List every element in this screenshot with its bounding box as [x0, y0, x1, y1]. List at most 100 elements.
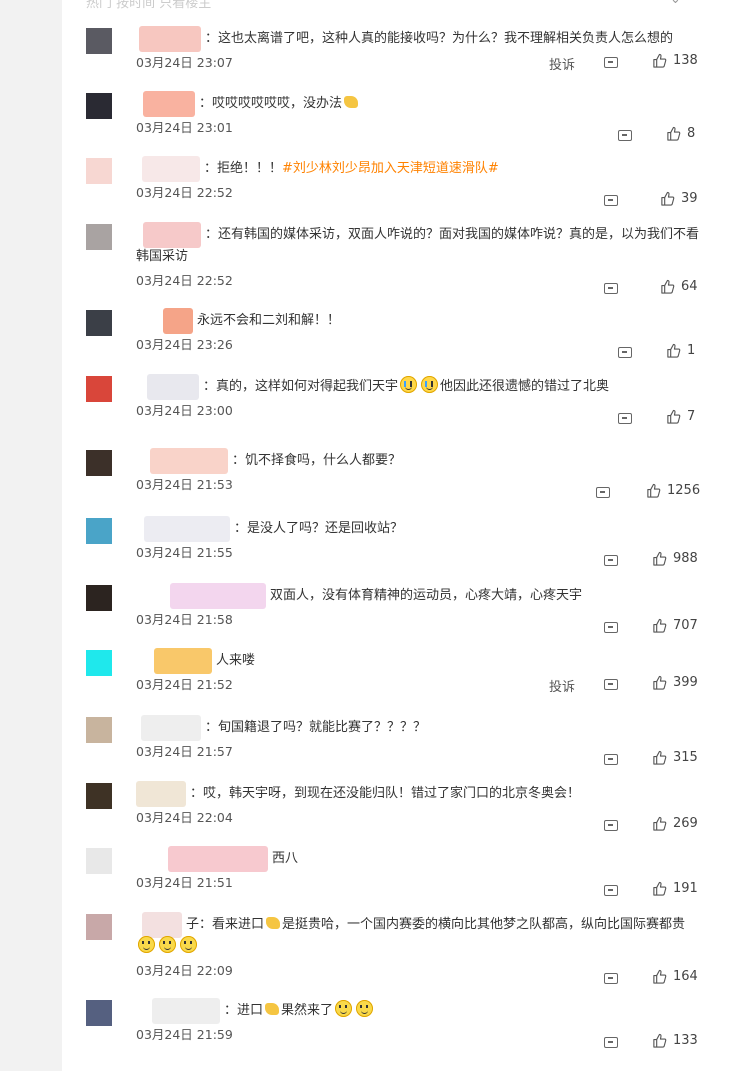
like-button[interactable]: 39 — [660, 191, 698, 206]
crying-emoji-icon — [400, 376, 418, 393]
like-count: 133 — [673, 1033, 698, 1048]
thumbs-up-icon — [647, 483, 661, 498]
like-button[interactable]: 988 — [652, 551, 698, 566]
reply-icon[interactable] — [618, 347, 632, 358]
like-count: 269 — [673, 816, 698, 831]
avatar[interactable] — [86, 28, 112, 54]
avatar[interactable] — [86, 158, 112, 184]
topic-link[interactable]: #刘少林刘少昂加入天津短道速滑队# — [282, 161, 499, 176]
reply-icon[interactable] — [596, 487, 610, 498]
reply-icon[interactable] — [604, 555, 618, 566]
thumbs-up-icon — [653, 969, 667, 984]
like-button[interactable]: 707 — [652, 618, 698, 633]
avatar[interactable] — [86, 518, 112, 544]
username-blurred[interactable] — [163, 308, 193, 334]
reply-icon[interactable] — [604, 283, 618, 294]
reply-icon[interactable] — [604, 754, 618, 765]
comment-time: 03月24日 23:26 — [136, 337, 233, 352]
comment-text: ：是没人了吗？还是回收站？ — [234, 521, 404, 536]
like-count: 7 — [687, 409, 696, 424]
like-button[interactable]: 269 — [652, 816, 698, 831]
comment-time: 03月24日 21:59 — [136, 1027, 233, 1042]
username-blurred[interactable] — [143, 91, 195, 117]
thumbs-up-icon — [653, 551, 667, 566]
like-count: 315 — [673, 750, 698, 765]
avatar[interactable] — [86, 650, 112, 676]
reply-icon[interactable] — [618, 130, 632, 141]
comment-text: ：饥不择食吗，什么人都要？ — [232, 453, 402, 468]
comment-text: 双面人，没有体育精神的运动员，心疼大靖，心疼天宇 — [270, 588, 583, 603]
crying-emoji-icon — [421, 376, 439, 393]
thumbs-up-icon — [653, 816, 667, 831]
username-blurred[interactable] — [168, 846, 268, 872]
username-blurred[interactable] — [152, 998, 220, 1024]
comment-time: 03月24日 21:51 — [136, 875, 233, 890]
thumbs-up-icon — [653, 618, 667, 633]
like-button[interactable]: 1256 — [646, 483, 700, 498]
username-blurred[interactable] — [144, 516, 230, 542]
comment-time: 03月24日 22:52 — [136, 185, 233, 200]
comment-text: ：哎，韩天宇呀，到现在还没能归队！错过了家门口的北京冬奥会！ — [190, 786, 581, 801]
comment-text: ：拒绝！！！#刘少林刘少昂加入天津短道速滑队# — [204, 161, 499, 176]
thumbs-up-icon — [653, 881, 667, 896]
like-button[interactable]: 315 — [652, 750, 698, 765]
reply-icon[interactable] — [604, 973, 618, 984]
username-blurred[interactable] — [170, 583, 266, 609]
reply-icon[interactable] — [604, 820, 618, 831]
like-button[interactable]: 8 — [666, 126, 695, 141]
avatar[interactable] — [86, 717, 112, 743]
comment-text: ：还有韩国的媒体采访，双面人咋说的？面对我国的媒体咋说？真的是，以为我们不看韩国… — [136, 227, 700, 264]
avatar[interactable] — [86, 783, 112, 809]
like-button[interactable]: 164 — [652, 969, 698, 984]
reply-icon[interactable] — [604, 1037, 618, 1048]
avatar[interactable] — [86, 848, 112, 874]
like-count: 707 — [673, 618, 698, 633]
like-count: 64 — [681, 279, 698, 294]
like-count: 191 — [673, 881, 698, 896]
like-button[interactable]: 7 — [666, 409, 695, 424]
avatar[interactable] — [86, 450, 112, 476]
reply-icon[interactable] — [604, 57, 618, 68]
reply-icon[interactable] — [604, 679, 618, 690]
reply-icon[interactable] — [604, 885, 618, 896]
avatar[interactable] — [86, 585, 112, 611]
report-button[interactable]: 投诉 — [549, 54, 575, 73]
clap-emoji-icon — [265, 1003, 280, 1015]
avatar[interactable] — [86, 93, 112, 119]
reply-icon[interactable] — [604, 195, 618, 206]
tab-bar-text: 热门 按时间 只看楼主 — [86, 0, 212, 11]
comment-time: 03月24日 21:57 — [136, 744, 233, 759]
like-button[interactable]: 191 — [652, 881, 698, 896]
chevron-down-icon[interactable]: ⌄ — [670, 0, 681, 7]
clap-emoji-icon — [266, 917, 281, 929]
thumbs-up-icon — [667, 126, 681, 141]
username-blurred[interactable] — [150, 448, 228, 474]
username-blurred[interactable] — [147, 374, 199, 400]
username-blurred[interactable] — [139, 26, 201, 52]
reply-icon[interactable] — [618, 413, 632, 424]
like-button[interactable]: 1 — [666, 343, 695, 358]
like-count: 138 — [673, 53, 698, 68]
like-count: 399 — [673, 675, 698, 690]
smile-emoji-icon — [138, 936, 155, 953]
username-blurred[interactable] — [136, 781, 186, 807]
reply-icon[interactable] — [604, 622, 618, 633]
smile-emoji-icon — [180, 936, 197, 953]
avatar[interactable] — [86, 914, 112, 940]
like-button[interactable]: 138 — [652, 53, 698, 68]
avatar[interactable] — [86, 376, 112, 402]
thumbs-up-icon — [667, 343, 681, 358]
like-button[interactable]: 399 — [652, 675, 698, 690]
report-button[interactable]: 投诉 — [549, 676, 575, 695]
like-button[interactable]: 133 — [652, 1033, 698, 1048]
avatar[interactable] — [86, 224, 112, 250]
username-blurred[interactable] — [141, 715, 201, 741]
username-blurred[interactable] — [154, 648, 212, 674]
tab-bar-cut: 热门 按时间 只看楼主 ⌄ — [86, 0, 681, 11]
avatar[interactable] — [86, 1000, 112, 1026]
comment-text: ：真的，这样如何对得起我们天宇 他因此还很遗憾的错过了北奥 — [203, 376, 744, 398]
username-blurred[interactable] — [142, 156, 200, 182]
like-button[interactable]: 64 — [660, 279, 698, 294]
comment-text: 西八 — [272, 851, 299, 866]
avatar[interactable] — [86, 310, 112, 336]
